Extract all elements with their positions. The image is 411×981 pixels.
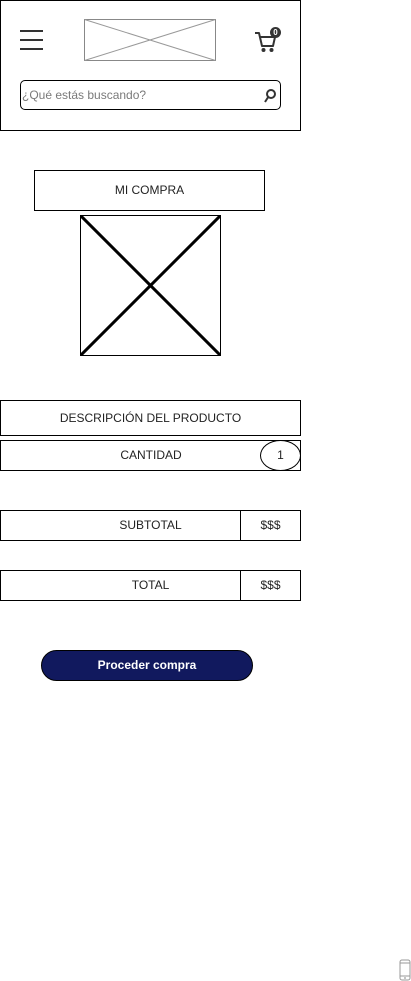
proceed-purchase-button[interactable]: Proceder compra (41, 650, 253, 681)
search-bar (20, 80, 281, 110)
search-icon[interactable] (263, 88, 277, 104)
total-label: TOTAL (0, 570, 241, 601)
logo-placeholder (84, 19, 216, 61)
subtotal-label: SUBTOTAL (0, 510, 241, 541)
cart-count-badge: 0 (270, 27, 281, 38)
product-image (80, 215, 221, 356)
subtotal-value: $$$ (240, 510, 301, 541)
product-description: DESCRIPCIÓN DEL PRODUCTO (0, 400, 301, 436)
page-title: MI COMPRA (34, 170, 265, 211)
mobile-phone-icon (399, 959, 411, 981)
total-value: $$$ (240, 570, 301, 601)
quantity-selector[interactable]: 1 (260, 440, 301, 471)
cart-button[interactable]: 0 (254, 27, 282, 53)
total-label-text: TOTAL (131, 578, 170, 592)
subtotal-label-text: SUBTOTAL (119, 518, 182, 532)
search-input[interactable] (22, 82, 257, 108)
quantity-label: CANTIDAD (120, 448, 182, 462)
hamburger-menu-icon[interactable] (20, 28, 44, 52)
quantity-row: CANTIDAD (0, 440, 301, 471)
